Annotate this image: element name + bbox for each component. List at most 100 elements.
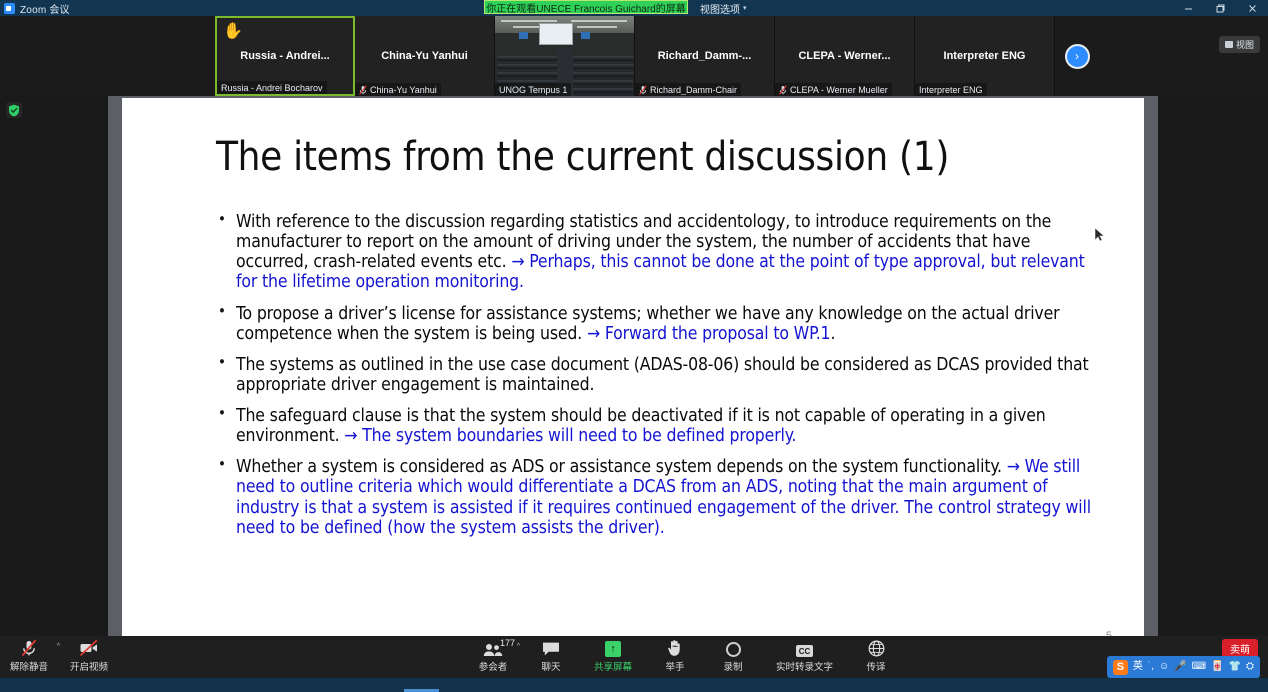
- participant-tile[interactable]: CLEPA - Werner... CLEPA - Werner Mueller: [775, 16, 915, 96]
- bullet-text-tail: .: [830, 324, 835, 344]
- mic-muted-icon: [639, 85, 647, 95]
- toolbar-left-group: 解除静音 ^ 开启视频: [10, 639, 108, 673]
- participant-name-bar: UNOG Tempus 1: [495, 83, 571, 96]
- slide-bullet: With reference to the discussion regardi…: [216, 212, 1096, 293]
- participant-tile[interactable]: ✋ Russia - Andrei... Russia - Andrei Boc…: [215, 16, 355, 96]
- participant-tile[interactable]: Interpreter ENG Interpreter ENG: [915, 16, 1055, 96]
- unmute-button[interactable]: 解除静音 ^: [10, 639, 48, 673]
- participant-tile[interactable]: China-Yu Yanhui China-Yu Yanhui: [355, 16, 495, 96]
- globe-icon: [868, 639, 885, 657]
- participant-name-bar: CLEPA - Werner Mueller: [775, 83, 892, 96]
- bullet-text-black: The systems as outlined in the use case …: [236, 355, 1089, 395]
- sogou-logo-icon: S: [1113, 660, 1128, 675]
- minimize-button[interactable]: [1172, 0, 1204, 16]
- unmute-label: 解除静音: [10, 659, 48, 673]
- view-options-button[interactable]: 视图选项 ▾: [700, 0, 747, 16]
- record-label: 录制: [724, 659, 743, 673]
- raise-hand-icon: [667, 639, 683, 657]
- slide-title: The items from the current discussion (1…: [216, 134, 1110, 180]
- participants-label: 参会者: [479, 659, 508, 673]
- record-button[interactable]: 录制: [718, 639, 748, 673]
- windows-taskbar: [0, 678, 1268, 692]
- close-button[interactable]: [1236, 0, 1268, 16]
- participants-button[interactable]: 177 参会者 ^: [478, 639, 508, 673]
- share-screen-icon: ↑: [605, 639, 621, 657]
- start-video-button[interactable]: 开启视频: [70, 639, 108, 673]
- raise-hand-label: 举手: [666, 659, 685, 673]
- video-off-icon: [79, 639, 99, 657]
- ime-voice-icon[interactable]: 🎤: [1174, 662, 1186, 672]
- participant-name-bar: China-Yu Yanhui: [355, 83, 441, 96]
- ime-keyboard-icon[interactable]: ⌨: [1192, 662, 1206, 672]
- participants-count: 177: [500, 638, 515, 648]
- participant-name-label: CLEPA - Werner Mueller: [790, 85, 888, 95]
- slide-bullet: The safeguard clause is that the system …: [216, 406, 1096, 446]
- chevron-up-icon[interactable]: ^: [57, 643, 60, 650]
- view-button[interactable]: 视图: [1219, 36, 1260, 53]
- live-transcript-label: 实时转录文字: [776, 659, 833, 673]
- ime-skin-icon[interactable]: 👕: [1229, 662, 1241, 672]
- share-screen-button[interactable]: ↑ 共享屏幕: [594, 639, 632, 673]
- closed-caption-icon: CC: [796, 639, 813, 657]
- chevron-up-icon[interactable]: ^: [517, 643, 520, 650]
- participant-name-label: UNOG Tempus 1: [499, 85, 567, 95]
- ime-emoji-icon[interactable]: ☺: [1159, 662, 1169, 672]
- chat-icon: [542, 639, 560, 657]
- slide-bullet: To propose a driver’s license for assist…: [216, 304, 1096, 344]
- view-grid-icon: [1225, 41, 1233, 48]
- ime-punctuation-button[interactable]: ˙,: [1148, 662, 1154, 672]
- toolbar-center-group: 177 参会者 ^ 聊天 ↑ 共享屏幕 举手 录制: [478, 639, 891, 673]
- participant-center-name: Russia - Andrei...: [236, 50, 333, 62]
- slide-bullet: The systems as outlined in the use case …: [216, 355, 1096, 395]
- mouse-cursor: [1095, 228, 1103, 239]
- participant-center-name: Richard_Damm-...: [654, 50, 756, 62]
- chevron-down-icon: ▾: [743, 4, 747, 12]
- screen-share-banner: 你正在观看UNECE Francois Guichard的屏幕: [484, 0, 688, 14]
- participant-center-name: CLEPA - Werner...: [794, 50, 894, 62]
- participant-tile-video[interactable]: UNOG Tempus 1: [495, 16, 635, 96]
- interpretation-button[interactable]: 传译: [861, 639, 891, 673]
- presentation-slide: The items from the current discussion (1…: [122, 98, 1144, 650]
- raised-hand-icon: ✋: [223, 24, 243, 40]
- slide-bullet-list: With reference to the discussion regardi…: [216, 212, 1096, 538]
- restore-button[interactable]: [1204, 0, 1236, 16]
- share-screen-label: 共享屏幕: [594, 659, 632, 673]
- shared-screen-stage: The items from the current discussion (1…: [108, 96, 1158, 656]
- bullet-text-blue: → The system boundaries will need to be …: [344, 426, 796, 446]
- chat-button[interactable]: 聊天: [536, 639, 566, 673]
- interpretation-label: 传译: [867, 659, 886, 673]
- participant-name-bar: Richard_Damm-Chair: [635, 83, 741, 96]
- mic-muted-icon: [21, 639, 37, 657]
- ime-language-button[interactable]: 英: [1133, 662, 1143, 672]
- filmstrip-next-button[interactable]: ›: [1055, 16, 1099, 96]
- bullet-text-black: Whether a system is considered as ADS or…: [236, 457, 1007, 477]
- encryption-shield-button[interactable]: [6, 102, 22, 118]
- participant-center-name: China-Yu Yanhui: [377, 50, 472, 62]
- record-icon: [726, 639, 741, 657]
- slide-bullet: Whether a system is considered as ADS or…: [216, 457, 1096, 538]
- window-controls: [1172, 0, 1268, 16]
- chat-label: 聊天: [541, 659, 560, 673]
- ime-toolbox-icon[interactable]: ⛭: [1246, 662, 1254, 672]
- participant-tile[interactable]: Richard_Damm-... Richard_Damm-Chair: [635, 16, 775, 96]
- view-options-label: 视图选项: [700, 1, 740, 16]
- participant-name-bar: Russia - Andrei Bocharov: [217, 81, 327, 94]
- participant-center-name: Interpreter ENG: [940, 50, 1030, 62]
- live-transcript-button[interactable]: CC 实时转录文字: [776, 639, 833, 673]
- bullet-text-blue: → Forward the proposal to WP.1: [587, 324, 830, 344]
- start-video-label: 开启视频: [70, 659, 108, 673]
- participant-name-label: Russia - Andrei Bocharov: [221, 83, 323, 93]
- meeting-toolbar: 解除静音 ^ 开启视频 177 参会者 ^ 聊天 ↑: [0, 636, 1268, 678]
- mic-muted-icon: [779, 85, 787, 95]
- mic-muted-icon: [359, 85, 367, 95]
- participant-name-bar: Interpreter ENG: [915, 83, 987, 96]
- shield-check-icon: [8, 104, 20, 117]
- filmstrip-tiles: ✋ Russia - Andrei... Russia - Andrei Boc…: [215, 16, 1099, 96]
- ime-toolbar[interactable]: S 英 ˙, ☺ 🎤 ⌨ 🀄 👕 ⛭: [1107, 656, 1260, 678]
- ime-mahjong-icon[interactable]: 🀄: [1211, 662, 1223, 672]
- participant-name-label: China-Yu Yanhui: [370, 85, 437, 95]
- window-title: Zoom 会议: [20, 1, 70, 16]
- raise-hand-button[interactable]: 举手: [660, 639, 690, 673]
- participant-name-label: Richard_Damm-Chair: [650, 85, 737, 95]
- zoom-icon: [4, 3, 15, 14]
